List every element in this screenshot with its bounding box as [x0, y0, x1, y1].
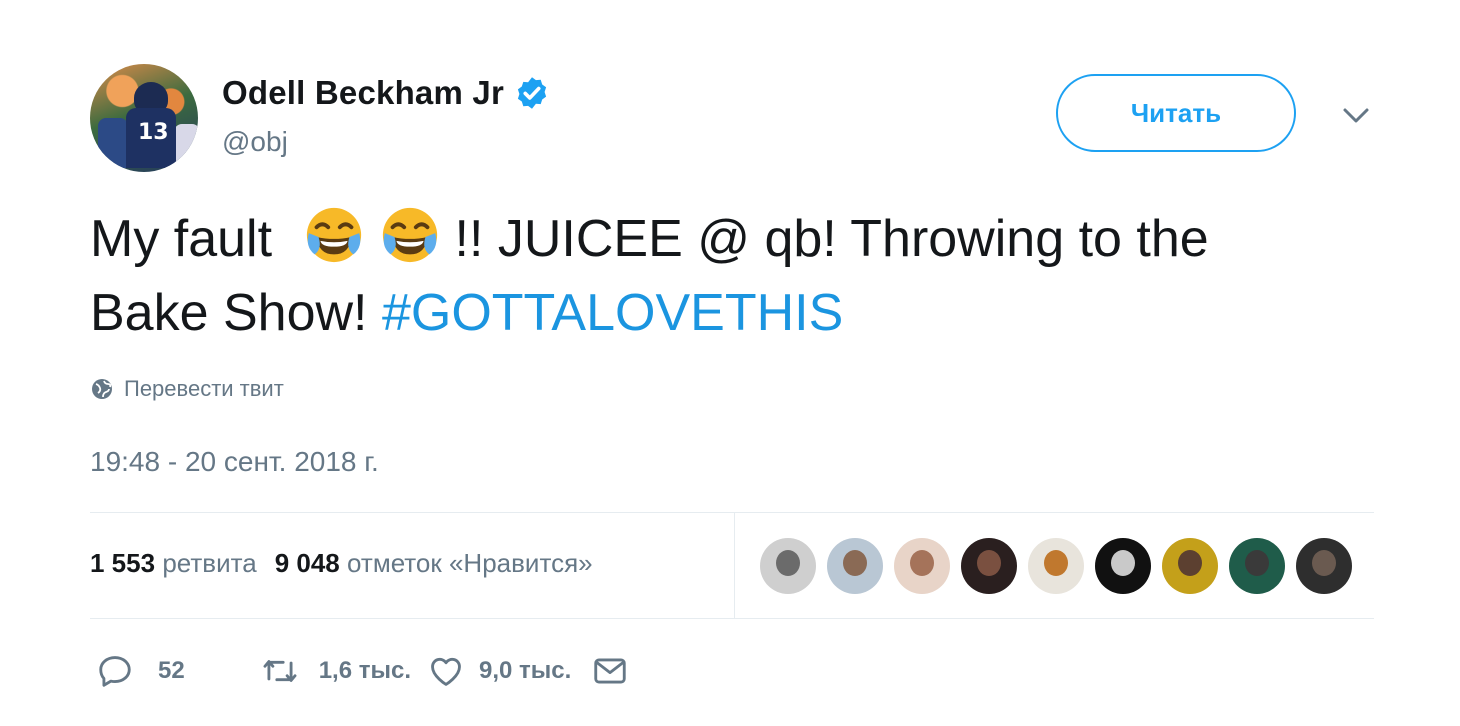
author-handle[interactable]: @obj	[222, 126, 288, 158]
tweet-action-bar: 52 1,6 тыс. 9,0 тыс.	[96, 652, 629, 690]
stats-bottom-divider	[90, 618, 1374, 619]
likes-stat[interactable]: 9 048 отметок «Нравится»	[275, 548, 593, 578]
liker-avatar-face	[776, 550, 800, 576]
tears-of-joy-emoji-icon	[382, 207, 437, 263]
retweets-count: 1 553	[90, 548, 156, 578]
liker-avatar-face	[1044, 550, 1068, 576]
reply-count: 52	[158, 657, 185, 684]
tweet-timestamp[interactable]: 19:48 - 20 сент. 2018 г.	[90, 446, 379, 478]
like-count: 9,0 тыс.	[479, 657, 572, 684]
liker-avatar[interactable]	[894, 538, 950, 594]
liker-avatar-face	[1312, 550, 1336, 576]
globe-icon	[92, 379, 112, 399]
liker-avatars	[760, 538, 1363, 594]
liker-avatar[interactable]	[961, 538, 1017, 594]
reply-button[interactable]: 52	[96, 652, 185, 690]
liker-avatar-face	[910, 550, 934, 576]
liker-avatar[interactable]	[760, 538, 816, 594]
tears-of-joy-emoji-icon	[306, 207, 361, 263]
retweets-stat[interactable]: 1 553 ретвита	[90, 548, 257, 578]
liker-avatar[interactable]	[827, 538, 883, 594]
envelope-icon	[594, 658, 626, 684]
liker-avatar[interactable]	[1229, 538, 1285, 594]
stats-vertical-divider	[734, 512, 735, 618]
liker-avatar-face	[977, 550, 1001, 576]
direct-message-button[interactable]	[591, 652, 629, 690]
heart-icon	[431, 657, 461, 686]
liker-avatar[interactable]	[1296, 538, 1352, 594]
liker-avatar[interactable]	[1095, 538, 1151, 594]
follow-button[interactable]: Читать	[1056, 74, 1296, 152]
liker-avatar-face	[1245, 550, 1269, 576]
tweet-stats: 1 553 ретвита 9 048 отметок «Нравится»	[90, 548, 593, 579]
avatar-background-player	[98, 118, 128, 168]
translate-tweet-link[interactable]: Перевести твит	[90, 376, 284, 402]
tweet-text-start: My fault	[90, 210, 273, 268]
liker-avatar-face	[1111, 550, 1135, 576]
retweet-button[interactable]: 1,6 тыс.	[261, 652, 411, 690]
avatar-background-player	[174, 124, 198, 172]
retweet-icon	[263, 660, 297, 682]
liker-avatar[interactable]	[1028, 538, 1084, 594]
likes-label: отметок «Нравится»	[347, 548, 593, 578]
liker-avatar[interactable]	[1162, 538, 1218, 594]
avatar-jersey-number: 13	[138, 120, 169, 145]
author-avatar[interactable]: 13	[90, 64, 198, 172]
like-button[interactable]: 9,0 тыс.	[427, 652, 571, 690]
verified-badge-icon	[517, 77, 547, 109]
liker-avatar-face	[843, 550, 867, 576]
reply-icon	[99, 656, 131, 687]
chevron-down-icon[interactable]	[1340, 104, 1372, 126]
retweets-label: ретвита	[162, 548, 257, 578]
liker-avatar-face	[1178, 550, 1202, 576]
author-name-row: Odell Beckham Jr	[222, 74, 550, 112]
tweet-text: My fault !! JUICEE @ qb! Throwing to the…	[90, 202, 1340, 350]
author-display-name[interactable]: Odell Beckham Jr	[222, 74, 504, 112]
stats-top-divider	[90, 512, 1374, 513]
retweet-count: 1,6 тыс.	[318, 657, 411, 684]
likes-count: 9 048	[274, 548, 340, 578]
translate-tweet-label: Перевести твит	[124, 376, 284, 401]
hashtag-link[interactable]: #GOTTALOVETHIS	[382, 284, 843, 342]
